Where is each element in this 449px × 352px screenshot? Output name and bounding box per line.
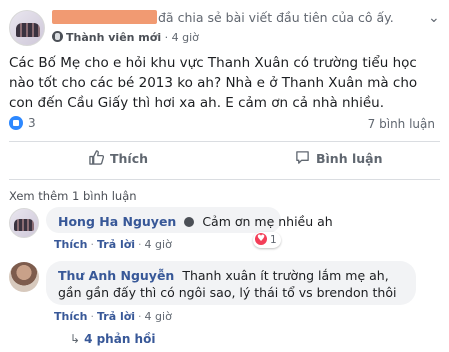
like-summary[interactable]: 3 <box>9 116 36 130</box>
comment-reaction-badge[interactable]: 1 <box>253 231 281 248</box>
post-card: đã chia sẻ bài viết đầu tiên của cô ấy. … <box>0 0 449 352</box>
comment-button-label: Bình luận <box>316 151 383 166</box>
comment-button[interactable]: Bình luận <box>295 150 382 168</box>
comment-icon <box>295 150 310 168</box>
love-reaction-icon <box>255 231 267 247</box>
meta-separator: · <box>164 31 169 44</box>
comment-actions: Thích · Trả lời · 4 giờ <box>54 310 172 323</box>
divider <box>9 141 440 142</box>
view-replies-link[interactable]: ↳ 4 phản hồi <box>70 332 155 346</box>
comment-like-link[interactable]: Thích <box>54 310 87 323</box>
reply-arrow-icon: ↳ <box>70 332 81 346</box>
like-reaction-icon <box>9 116 23 130</box>
post-options-chevron-icon[interactable]: ⌄ <box>428 10 440 26</box>
like-button-label: Thích <box>110 151 149 166</box>
comment-like-link[interactable]: Thích <box>54 238 87 251</box>
post-meta: Thành viên mới · 4 giờ <box>52 31 199 44</box>
comment-text: Cảm ơn mẹ nhiều ah <box>202 214 333 229</box>
like-button[interactable]: Thích <box>89 150 148 168</box>
comment-bubble: Thư Anh Nguyễn Thanh xuân ít trường lắm … <box>46 261 416 305</box>
comment-time[interactable]: 4 giờ <box>145 310 172 323</box>
poster-avatar[interactable] <box>9 10 45 46</box>
replies-count: 4 phản hồi <box>84 332 156 346</box>
comment-bubble: Hong Ha Nguyen Cảm ơn mẹ nhiều ah <box>46 207 333 233</box>
post-time[interactable]: 4 giờ <box>172 31 199 44</box>
member-badge-icon <box>52 31 63 42</box>
shared-text: đã chia sẻ bài viết đầu tiên của cô ấy. <box>158 10 394 25</box>
comment-reply-link[interactable]: Trả lời <box>97 310 135 323</box>
comment-count[interactable]: 7 bình luận <box>368 117 435 131</box>
thumbs-up-icon <box>89 150 105 168</box>
comment-time[interactable]: 4 giờ <box>145 238 172 251</box>
comment-author[interactable]: Hong Ha Nguyen <box>58 214 176 229</box>
see-more-comments-link[interactable]: Xem thêm 1 bình luận <box>9 189 137 203</box>
commenter-avatar[interactable] <box>9 208 39 238</box>
comment-actions: Thích · Trả lời · 4 giờ <box>54 238 172 251</box>
reaction-count: 1 <box>270 234 277 246</box>
comment-reply-link[interactable]: Trả lời <box>97 238 135 251</box>
divider <box>9 179 440 180</box>
comment-author[interactable]: Thư Anh Nguyễn <box>58 268 174 283</box>
commenter-avatar[interactable] <box>9 262 39 292</box>
like-count: 3 <box>28 116 36 130</box>
post-actions: Thích Bình luận <box>9 146 440 174</box>
post-body: Các Bố Mẹ cho e hỏi khu vực Thanh Xuân c… <box>9 55 418 111</box>
comment-author-badge-icon <box>184 217 195 227</box>
member-role: Thành viên mới <box>66 31 162 44</box>
redacted-poster-name <box>52 10 157 24</box>
